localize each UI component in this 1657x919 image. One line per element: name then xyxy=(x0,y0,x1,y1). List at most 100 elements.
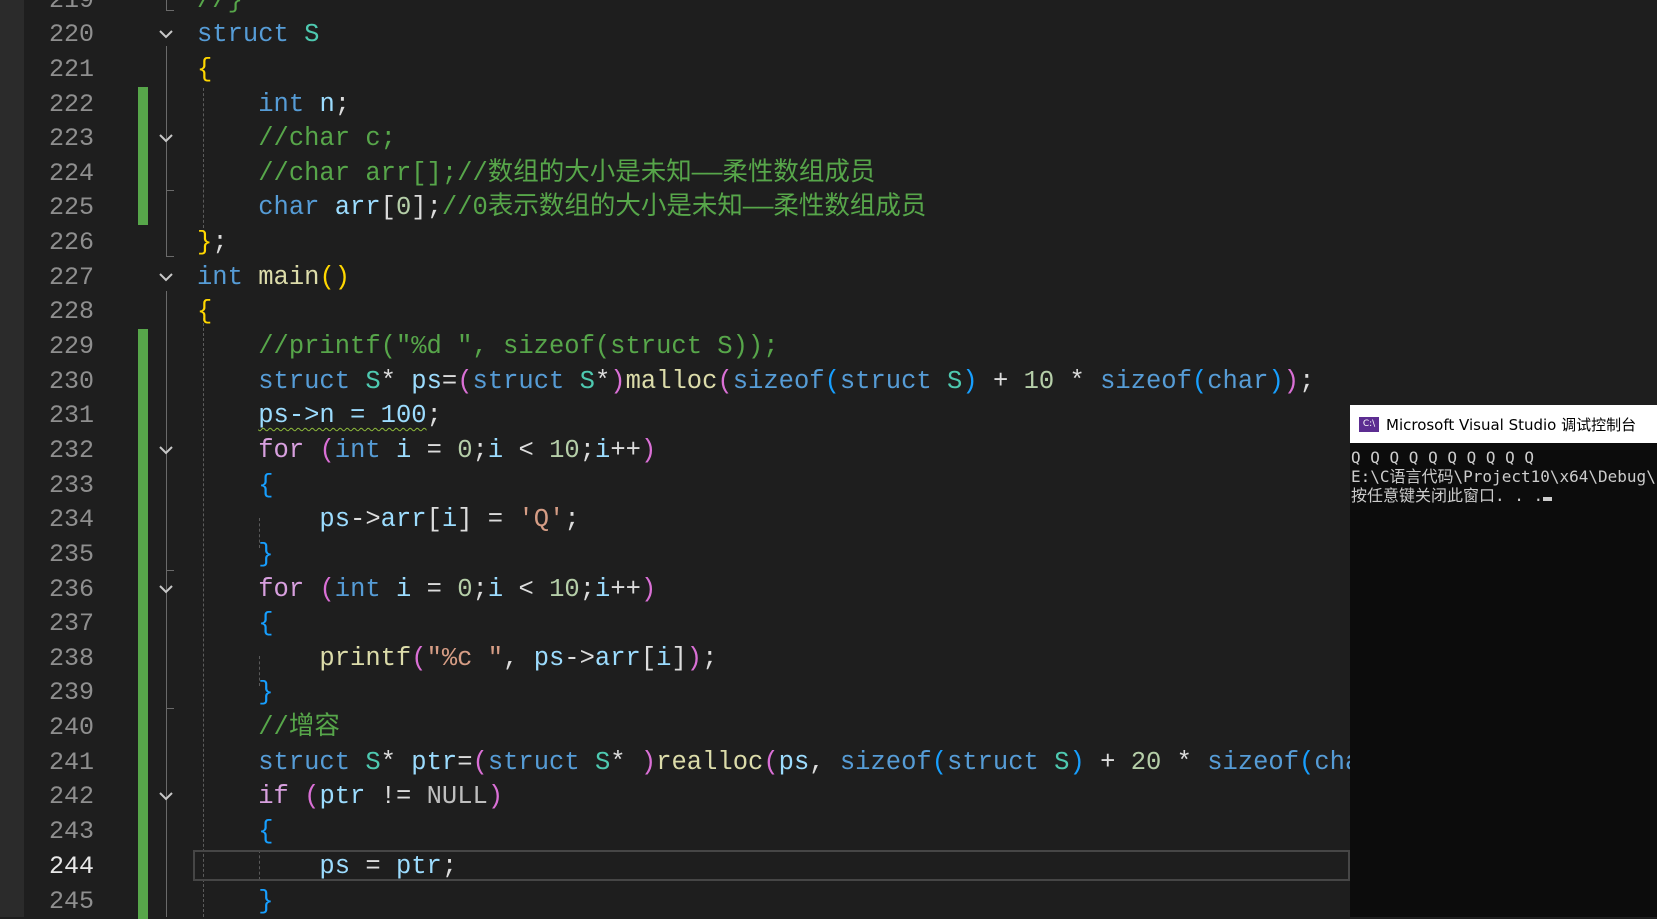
console-app-icon: C:\ xyxy=(1359,416,1379,432)
code-line[interactable]: 226 }; xyxy=(0,225,1657,260)
console-output-line: 按任意键关闭此窗口. . . xyxy=(1351,486,1657,505)
code-text[interactable]: //char arr[];//数组的大小是未知——柔性数组成员 xyxy=(197,156,875,191)
code-line[interactable]: 225 char arr[0];//0表示数组的大小是未知——柔性数组成员 xyxy=(0,190,1657,225)
line-number: 230 xyxy=(48,367,94,396)
code-text[interactable]: ps = ptr; xyxy=(197,849,457,884)
code-line[interactable]: 224 //char arr[];//数组的大小是未知——柔性数组成员 xyxy=(0,156,1657,191)
code-line[interactable]: 222 int n; xyxy=(0,87,1657,122)
console-output[interactable]: Q Q Q Q Q Q Q Q Q Q E:\C语言代码\Project10\x6… xyxy=(1350,443,1657,505)
change-marker xyxy=(138,641,148,676)
code-text[interactable]: { xyxy=(197,468,273,503)
line-number: 219 xyxy=(48,0,94,15)
code-text[interactable]: ps->arr[i] = 'Q'; xyxy=(197,502,579,537)
change-marker xyxy=(138,779,148,814)
chevron-down-icon[interactable] xyxy=(158,130,174,146)
chevron-down-icon[interactable] xyxy=(158,26,174,42)
line-number: 229 xyxy=(48,332,94,361)
code-text[interactable]: }; xyxy=(197,225,228,260)
change-marker xyxy=(138,502,148,537)
code-text[interactable]: } xyxy=(197,537,273,572)
change-marker xyxy=(138,606,148,641)
change-marker xyxy=(138,572,148,607)
code-line[interactable]: 221 { xyxy=(0,52,1657,87)
code-text[interactable]: //char c; xyxy=(197,121,396,156)
code-text[interactable]: int n; xyxy=(197,87,350,122)
change-marker xyxy=(138,156,148,191)
line-number: 235 xyxy=(48,540,94,569)
code-text[interactable]: } xyxy=(197,675,273,710)
line-number: 225 xyxy=(48,193,94,222)
console-output-line: E:\C语言代码\Project10\x64\Debug\Project10.e… xyxy=(1351,467,1657,486)
chevron-down-icon[interactable] xyxy=(158,581,174,597)
change-marker xyxy=(138,87,148,122)
code-line[interactable]: 219 //} xyxy=(0,0,1657,18)
debug-console-window[interactable]: C:\ Microsoft Visual Studio 调试控制台 Q Q Q … xyxy=(1350,405,1657,917)
line-number: 220 xyxy=(48,20,94,49)
line-number: 224 xyxy=(48,159,94,188)
change-marker xyxy=(138,537,148,572)
change-marker xyxy=(138,329,148,364)
change-marker xyxy=(138,121,148,156)
change-marker xyxy=(138,675,148,710)
text-cursor xyxy=(1543,497,1553,501)
line-number: 223 xyxy=(48,124,94,153)
change-marker xyxy=(138,814,148,849)
line-number: 221 xyxy=(48,55,94,84)
code-text[interactable]: char arr[0];//0表示数组的大小是未知——柔性数组成员 xyxy=(197,190,926,225)
line-number: 237 xyxy=(48,609,94,638)
code-text[interactable]: if (ptr != NULL) xyxy=(197,779,503,814)
line-number: 232 xyxy=(48,436,94,465)
change-marker xyxy=(138,468,148,503)
line-number: 240 xyxy=(48,713,94,742)
code-text[interactable]: { xyxy=(197,52,212,87)
console-title: Microsoft Visual Studio 调试控制台 xyxy=(1386,415,1637,434)
chevron-down-icon[interactable] xyxy=(158,269,174,285)
change-marker xyxy=(138,745,148,780)
line-number: 238 xyxy=(48,644,94,673)
code-text[interactable]: //增容 xyxy=(197,710,340,745)
line-number: 241 xyxy=(48,748,94,777)
console-title-bar[interactable]: C:\ Microsoft Visual Studio 调试控制台 xyxy=(1350,405,1657,443)
code-line[interactable]: 223 //char c; xyxy=(0,121,1657,156)
code-text[interactable]: //printf("%d ", sizeof(struct S)); xyxy=(197,329,778,364)
code-text[interactable]: //} xyxy=(197,0,243,18)
line-number: 236 xyxy=(48,575,94,604)
change-marker xyxy=(138,364,148,399)
code-text[interactable]: { xyxy=(197,814,273,849)
code-text[interactable]: struct S* ps=(struct S*)malloc(sizeof(st… xyxy=(197,364,1314,399)
code-text[interactable]: for (int i = 0;i < 10;i++) xyxy=(197,572,656,607)
code-text[interactable]: } xyxy=(197,884,273,919)
change-marker xyxy=(138,398,148,433)
code-line[interactable]: 229 //printf("%d ", sizeof(struct S)); xyxy=(0,329,1657,364)
line-number: 233 xyxy=(48,471,94,500)
line-number: 245 xyxy=(48,887,94,916)
change-marker xyxy=(138,433,148,468)
line-number: 227 xyxy=(48,263,94,292)
line-number: 234 xyxy=(48,505,94,534)
line-number: 242 xyxy=(48,782,94,811)
code-text[interactable]: { xyxy=(197,606,273,641)
code-line[interactable]: 220 struct S xyxy=(0,17,1657,52)
code-line[interactable]: 230 struct S* ps=(struct S*)malloc(sizeo… xyxy=(0,364,1657,399)
change-marker xyxy=(138,849,148,884)
code-text[interactable]: int main() xyxy=(197,260,350,295)
console-prompt-text: 按任意键关闭此窗口. . . xyxy=(1351,486,1544,505)
change-marker xyxy=(138,884,148,919)
warning-squiggle[interactable]: ps->n = 100 xyxy=(258,401,426,430)
code-text[interactable]: { xyxy=(197,294,212,329)
code-line[interactable]: 227 int main() xyxy=(0,260,1657,295)
line-number: 244 xyxy=(48,852,94,881)
chevron-down-icon[interactable] xyxy=(158,442,174,458)
line-number: 222 xyxy=(48,90,94,119)
code-text[interactable]: for (int i = 0;i < 10;i++) xyxy=(197,433,656,468)
change-marker xyxy=(138,190,148,225)
line-number: 228 xyxy=(48,297,94,326)
chevron-down-icon[interactable] xyxy=(158,788,174,804)
line-number: 226 xyxy=(48,228,94,257)
line-number: 243 xyxy=(48,817,94,846)
code-text[interactable]: printf("%c ", ps->arr[i]); xyxy=(197,641,717,676)
code-text[interactable]: struct S* ptr=(struct S* )realloc(ps, si… xyxy=(197,745,1421,780)
code-text[interactable]: ps->n = 100; xyxy=(197,398,442,433)
code-text[interactable]: struct S xyxy=(197,17,319,52)
code-line[interactable]: 228 { xyxy=(0,294,1657,329)
